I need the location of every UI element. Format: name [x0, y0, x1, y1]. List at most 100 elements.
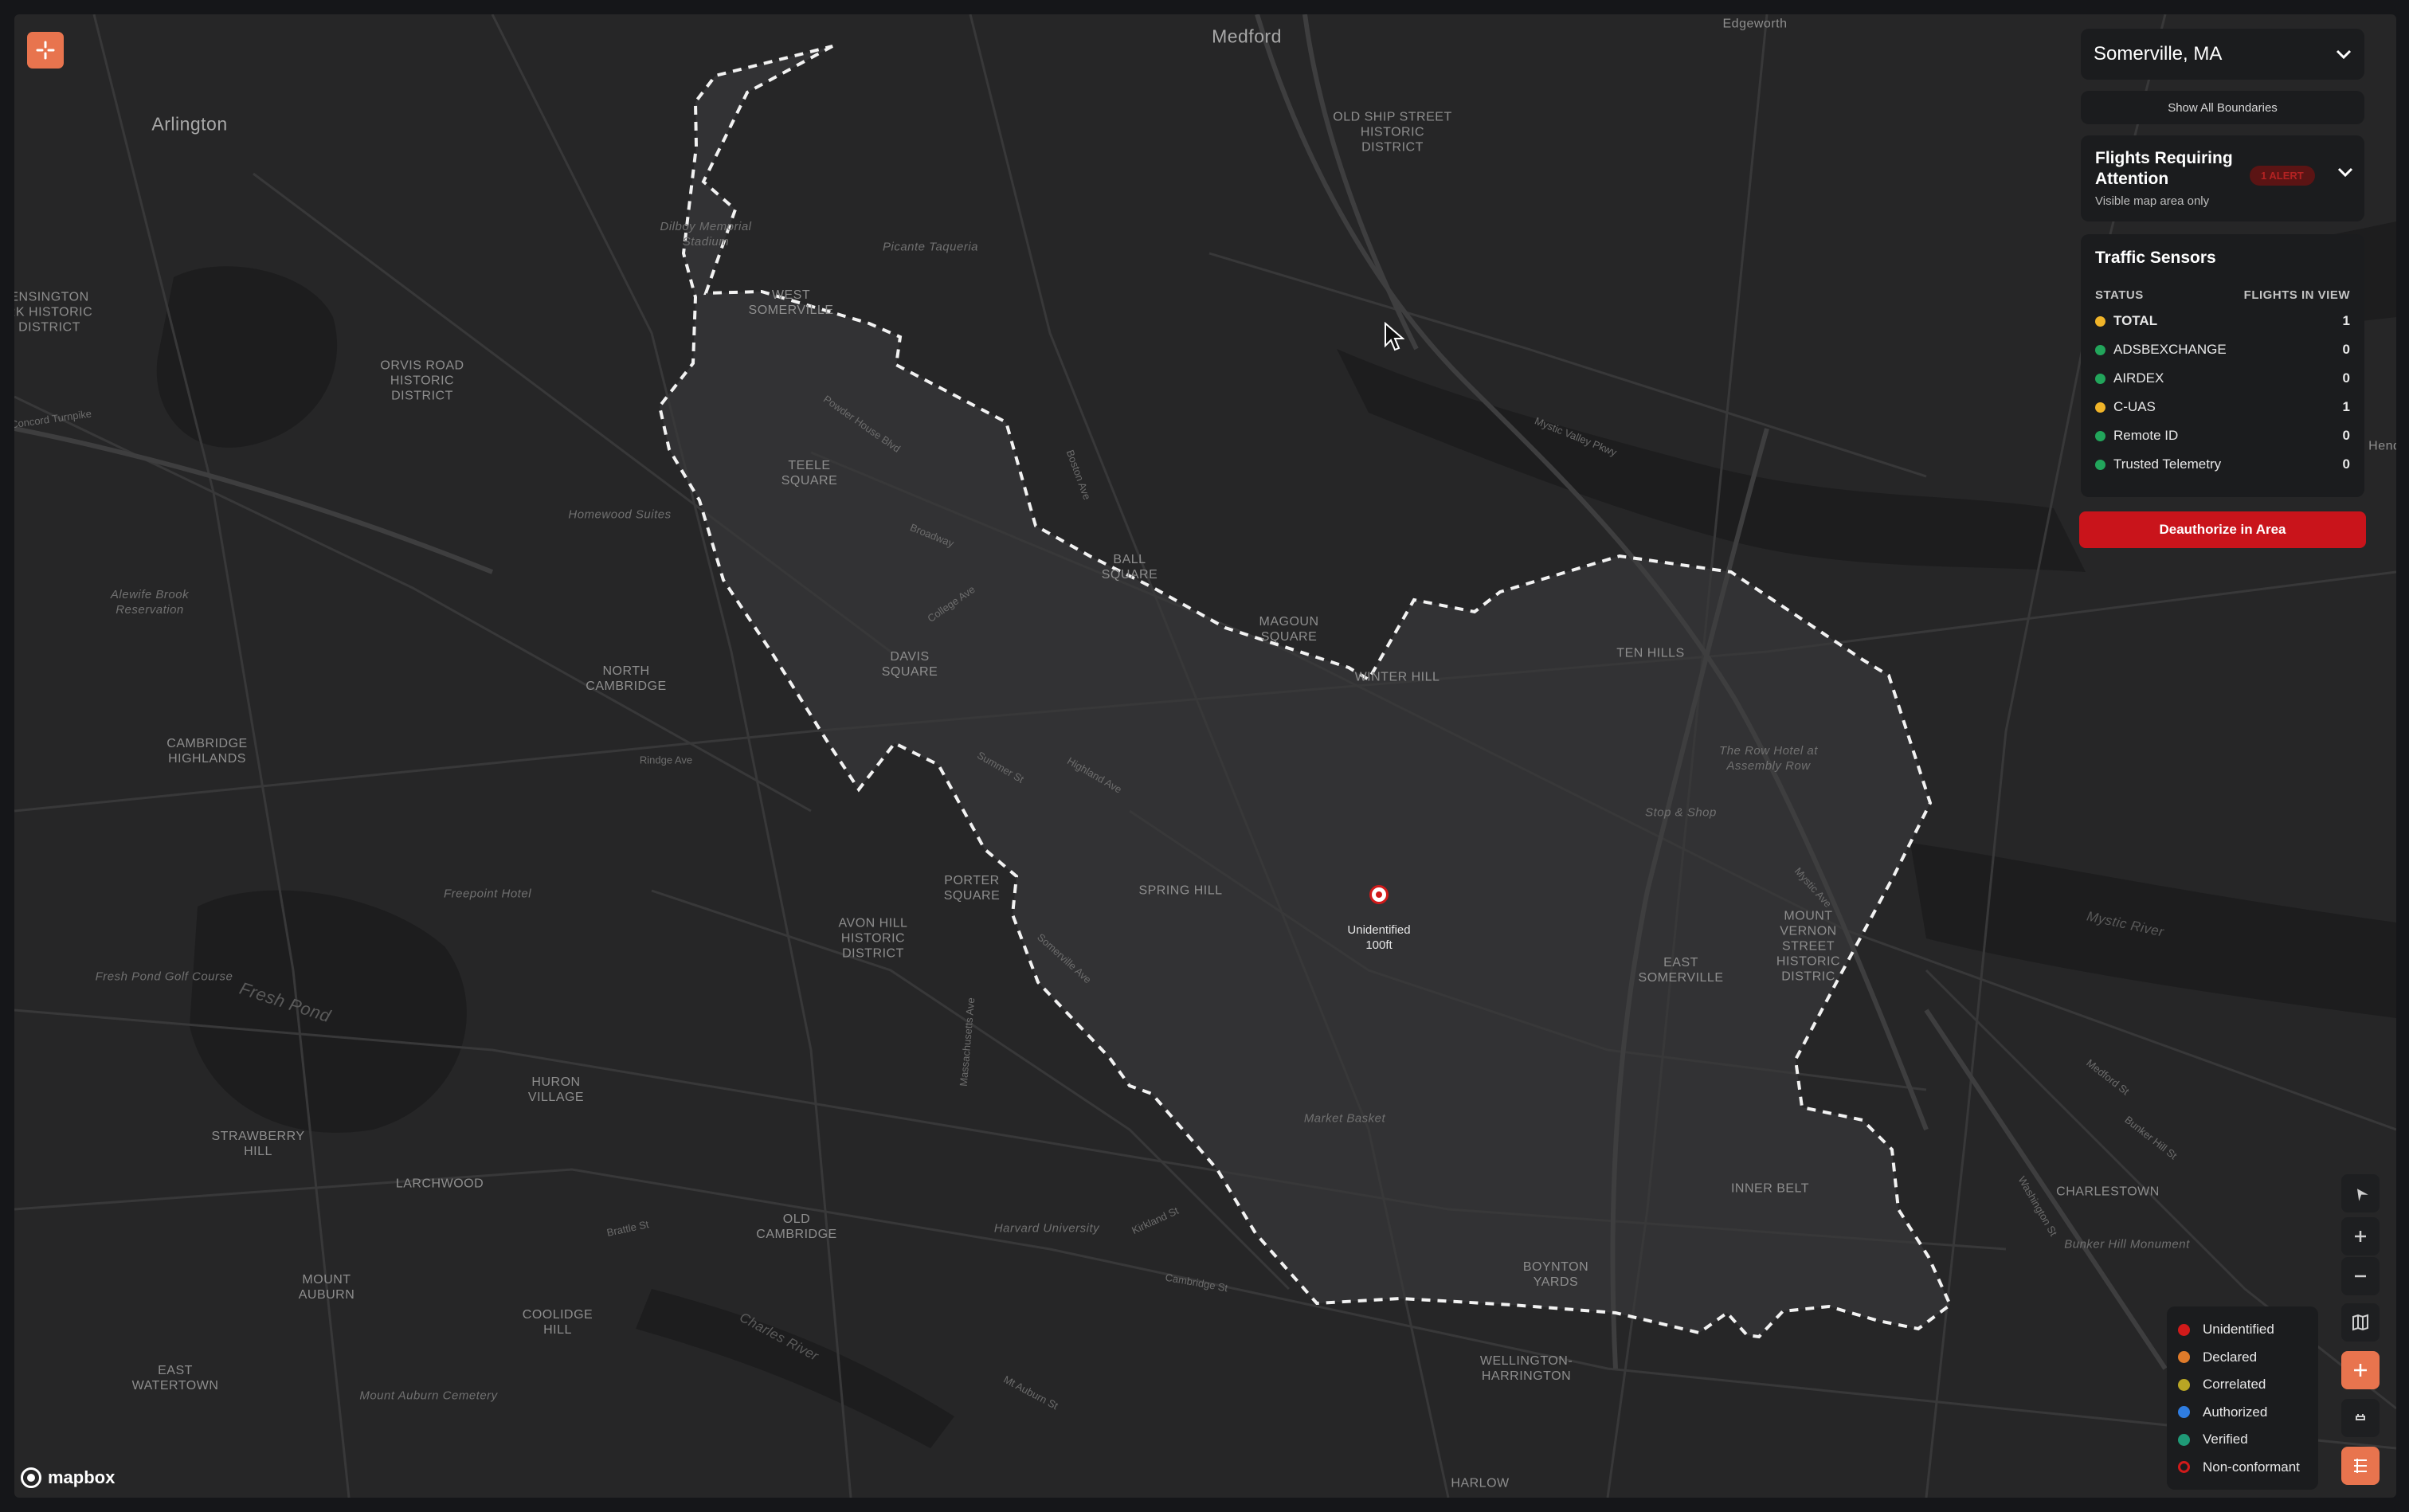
map-label-east-watertown: EAST WATERTOWN	[131, 1364, 219, 1393]
legend-label: Verified	[2203, 1432, 2248, 1447]
map-base	[14, 14, 2396, 1498]
map-label-mount-auburn: MOUNT AUBURN	[298, 1273, 355, 1302]
mouse-cursor-icon	[1385, 322, 1404, 351]
map-label-dilboy: Dilboy Memorial Stadium	[660, 220, 752, 249]
sensor-count: 1	[2342, 399, 2350, 414]
crosshair-plus-icon	[2354, 1364, 2367, 1377]
compass-icon	[2356, 1189, 2368, 1201]
sensor-row: TOTAL 1	[2095, 307, 2350, 335]
drone-label: Unidentified 100ft	[1347, 922, 1410, 953]
col-status: STATUS	[2095, 288, 2144, 302]
sensor-row: C-UAS 1	[2095, 393, 2350, 421]
sensor-name: C-UAS	[2113, 399, 2156, 414]
zoom-out-button[interactable]	[2341, 1257, 2380, 1295]
map-label-market-basket: Market Basket	[1303, 1111, 1386, 1126]
legend-item: Non-conformant	[2178, 1454, 2307, 1482]
map-label-davis: DAVIS SQUARE	[881, 650, 938, 679]
plus-icon	[2355, 1231, 2366, 1242]
legend-item: Authorized	[2178, 1399, 2307, 1427]
crosshair-icon	[36, 41, 55, 60]
app-frame: Medford Arlington Edgeworth OLD SHIP STR…	[0, 0, 2409, 1512]
sensor-name: AIRDEX	[2113, 370, 2164, 386]
map-label-boynton: BOYNTON YARDS	[1522, 1260, 1589, 1289]
app-logo-icon[interactable]	[27, 32, 64, 69]
map-label-fresh-pond-golf: Fresh Pond Golf Course	[95, 969, 233, 984]
map-label-alewife: Alewife Brook Reservation	[110, 588, 190, 617]
map-label-mount-auburn-cemetery: Mount Auburn Cemetery	[359, 1389, 498, 1403]
status-dot-icon	[2095, 344, 2105, 355]
legend-label: Declared	[2203, 1349, 2258, 1365]
map-legend: Unidentified Declared Correlated Authorized…	[2167, 1306, 2318, 1490]
map-label-cambridge-highlands: CAMBRIDGE HIGHLANDS	[166, 737, 248, 766]
legend-item: Declared	[2178, 1344, 2307, 1372]
charles-river-water	[636, 1289, 954, 1448]
map-label-homewood: Homewood Suites	[568, 507, 672, 522]
map-label-ensington: ENSINGTON RK HISTORIC DISTRICT	[14, 290, 93, 335]
sensor-count: 0	[2342, 342, 2350, 357]
map-label-edgeworth: Edgeworth	[1722, 17, 1788, 31]
map-canvas[interactable]: Medford Arlington Edgeworth OLD SHIP STR…	[14, 14, 2396, 1498]
legend-swatch-icon	[2178, 1406, 2190, 1419]
status-dot-icon	[2095, 373, 2105, 384]
mystic-lakes-water	[1337, 349, 2086, 572]
map-label-larchwood: LARCHWOOD	[395, 1177, 484, 1191]
map-label-inner-belt: INNER BELT	[1730, 1181, 1810, 1196]
legend-label: Non-conformant	[2203, 1459, 2300, 1475]
sensor-row: Trusted Telemetry 0	[2095, 450, 2350, 479]
map-label-old-cambridge: OLD CAMBRIDGE	[756, 1212, 837, 1241]
sensor-list: TOTAL 1 ADSBEXCHANGE 0 AIRDEX 0 C-UAS 1 Remote I…	[2095, 307, 2350, 479]
map-label-teele: TEELE SQUARE	[781, 459, 838, 488]
legend-label: Unidentified	[2203, 1322, 2274, 1338]
sensor-row: ADSBEXCHANGE 0	[2095, 335, 2350, 364]
water-body	[156, 266, 338, 448]
legend-swatch-icon	[2178, 1433, 2190, 1446]
map-label-stop-shop: Stop & Shop	[1645, 805, 1717, 820]
status-dot-icon	[2095, 402, 2105, 413]
map-label-mount-vernon: MOUNT VERNON STREET HISTORIC DISTRIC	[1776, 909, 1841, 984]
location-select[interactable]: Somerville, MA	[2081, 29, 2364, 80]
map-label-medford: Medford	[1212, 25, 1282, 47]
zoom-in-button[interactable]	[2341, 1217, 2380, 1255]
add-marker-button[interactable]	[2341, 1351, 2380, 1389]
chevron-down-icon[interactable]	[2337, 167, 2353, 177]
legend-label: Authorized	[2203, 1404, 2268, 1420]
legend-label: Correlated	[2203, 1377, 2266, 1393]
drone-label-name: Unidentified	[1347, 923, 1411, 937]
mapbox-icon	[21, 1467, 41, 1488]
status-dot-icon	[2095, 430, 2105, 441]
legend-item: Verified	[2178, 1426, 2307, 1454]
map-style-button[interactable]	[2341, 1303, 2380, 1342]
map-label-harlow: HARLOW	[1451, 1476, 1510, 1490]
map-label-harvard: Harvard University	[993, 1221, 1100, 1236]
deauthorize-in-area-button[interactable]: Deauthorize in Area	[2079, 511, 2366, 548]
map-label-north-cambridge: NORTH CAMBRIDGE	[586, 664, 667, 693]
sensor-count: 0	[2342, 428, 2350, 443]
list-view-button[interactable]	[2341, 1447, 2380, 1485]
sensor-count: 0	[2342, 370, 2350, 386]
compass-button[interactable]	[2341, 1174, 2380, 1212]
minus-icon	[2355, 1275, 2366, 1278]
col-flights-in-view: FLIGHTS IN VIEW	[2243, 288, 2350, 302]
chevron-down-icon	[2336, 49, 2352, 59]
status-dot-icon	[2095, 315, 2105, 327]
map-label-magoun: MAGOUN SQUARE	[1259, 615, 1319, 644]
show-all-boundaries-button[interactable]: Show All Boundaries	[2081, 91, 2364, 124]
map-label-freepoint: Freepoint Hotel	[443, 887, 532, 901]
sensor-name: ADSBEXCHANGE	[2113, 342, 2227, 357]
mapbox-logo[interactable]: mapbox	[21, 1467, 115, 1488]
sensor-row: AIRDEX 0	[2095, 364, 2350, 393]
drone-marker[interactable]	[1369, 885, 1389, 904]
map-label-coolidge: COOLIDGE HILL	[522, 1308, 593, 1337]
map-icon	[2352, 1314, 2368, 1331]
flights-attention-panel[interactable]: Flights Requiring Attention Visible map …	[2081, 135, 2364, 221]
alert-badge: 1 ALERT	[2250, 166, 2315, 186]
sensor-name: Trusted Telemetry	[2113, 456, 2222, 472]
list-icon	[2354, 1459, 2367, 1473]
sensor-count: 1	[2342, 313, 2350, 328]
traffic-sensors-panel: Traffic Sensors STATUS FLIGHTS IN VIEW T…	[2081, 234, 2364, 497]
traffic-sensors-header: STATUS FLIGHTS IN VIEW	[2095, 288, 2350, 302]
drone-filter-button[interactable]	[2341, 1399, 2380, 1437]
drone-label-altitude: 100ft	[1365, 938, 1393, 952]
map-label-winter-hill: WINTER HILL	[1354, 670, 1440, 684]
map-label-charlestown: CHARLESTOWN	[2056, 1185, 2160, 1199]
